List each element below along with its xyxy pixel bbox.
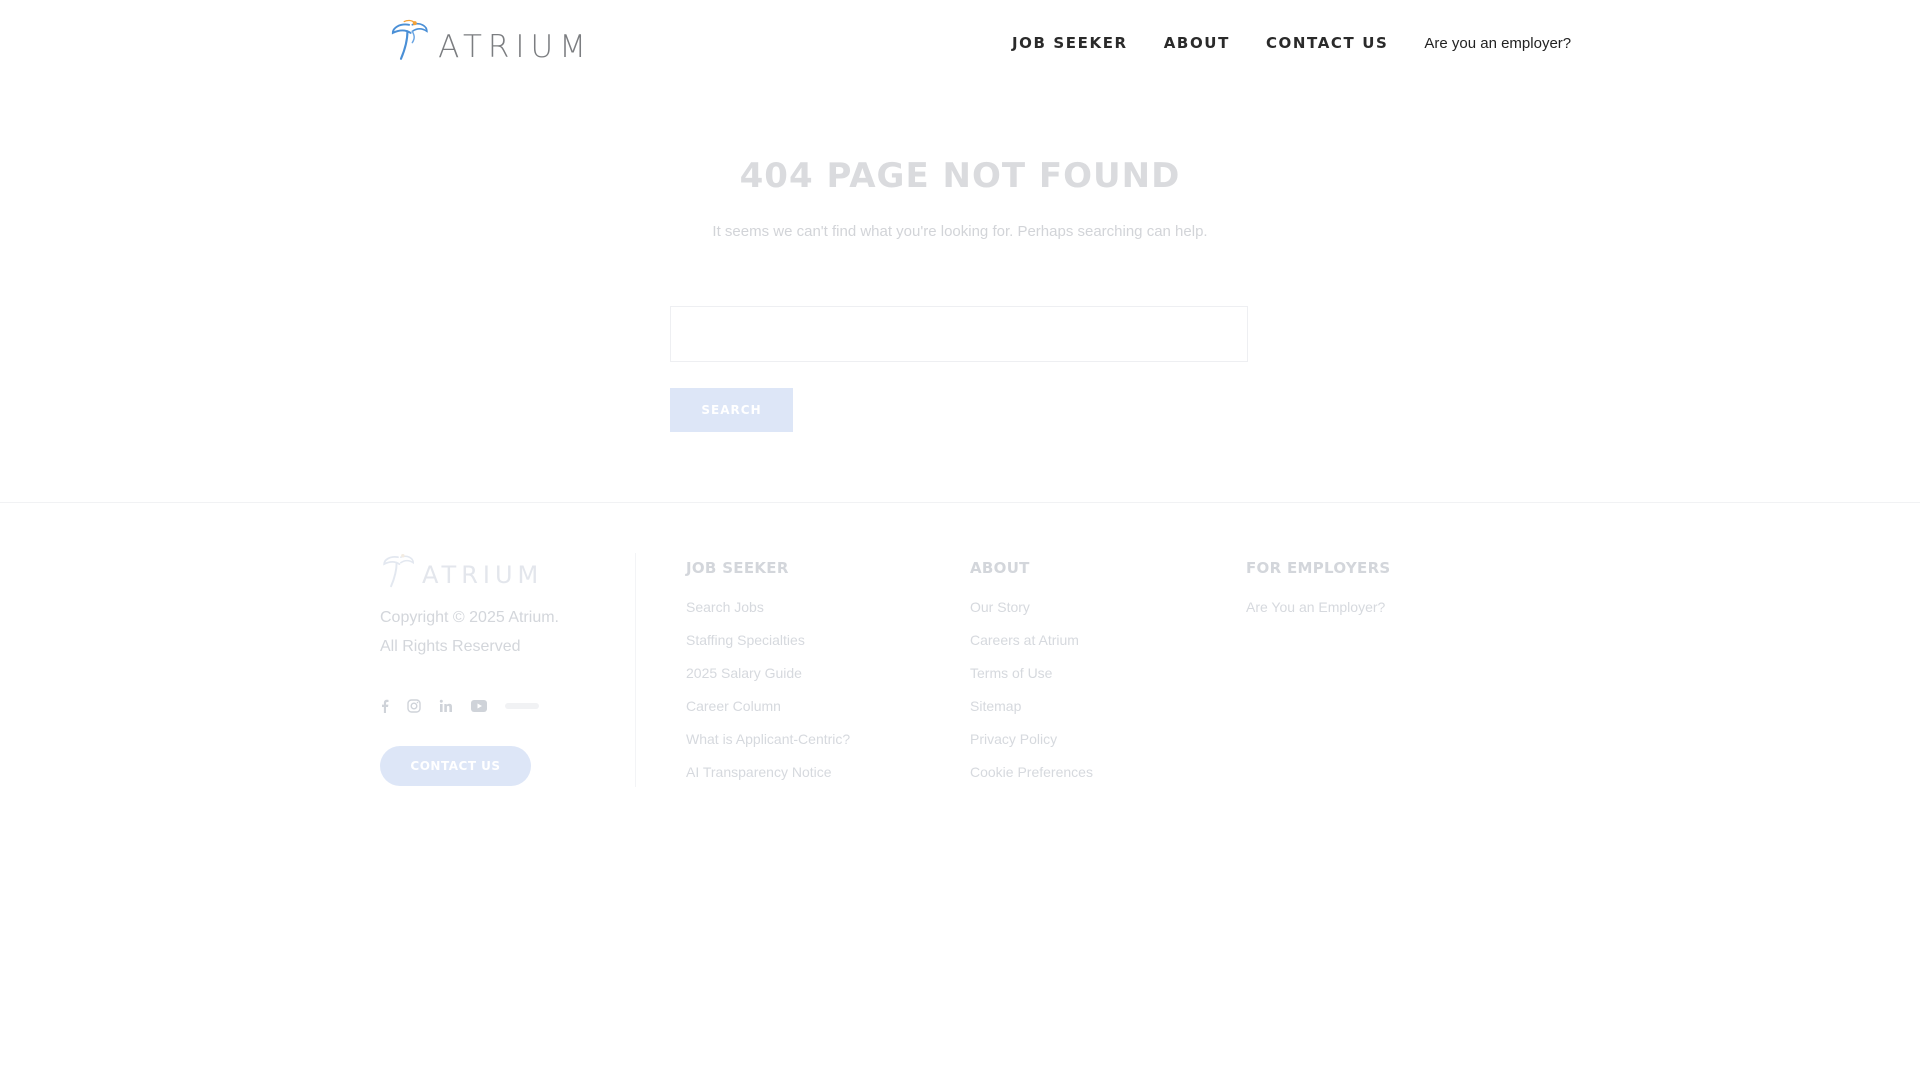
logo-mark-icon — [391, 19, 428, 60]
nav-employer-link[interactable]: Are you an employer? — [1424, 35, 1571, 52]
footer-link-staffing-specialties[interactable]: Staffing Specialties — [686, 624, 850, 657]
nav-job-seeker[interactable]: JOB SEEKER — [1012, 34, 1128, 52]
footer-link-cookie-preferences[interactable]: Cookie Preferences — [970, 756, 1093, 789]
footer-link-ai-transparency[interactable]: AI Transparency Notice — [686, 756, 850, 789]
footer-link-salary-guide[interactable]: 2025 Salary Guide — [686, 657, 850, 690]
footer-link-terms[interactable]: Terms of Use — [970, 657, 1093, 690]
footer-divider — [635, 553, 636, 787]
site-footer: ATRIUM Copyright © 2025 Atrium. All Righ… — [0, 503, 1920, 1080]
footer-column-heading: FOR EMPLOYERS — [1246, 559, 1391, 577]
footer-logo[interactable]: ATRIUM — [380, 553, 543, 589]
footer-link-our-story[interactable]: Our Story — [970, 591, 1093, 624]
atrium-logo[interactable]: ATRIUM — [388, 14, 592, 68]
footer-link-search-jobs[interactable]: Search Jobs — [686, 591, 850, 624]
footer-link-sitemap[interactable]: Sitemap — [970, 690, 1093, 723]
footer-column-about: ABOUT Our Story Careers at Atrium Terms … — [970, 559, 1093, 789]
copyright-line-1: Copyright © 2025 Atrium. — [380, 609, 559, 626]
social-links — [380, 699, 557, 713]
facebook-icon[interactable] — [380, 699, 389, 713]
page-subtitle: It seems we can't find what you're looki… — [712, 223, 1208, 240]
youtube-icon[interactable] — [471, 700, 487, 712]
footer-link-careers[interactable]: Careers at Atrium — [970, 624, 1093, 657]
footer-column-heading: JOB SEEKER — [686, 559, 789, 577]
search-button[interactable]: SEARCH — [670, 388, 793, 432]
linkedin-icon[interactable] — [439, 699, 453, 713]
footer-link-privacy[interactable]: Privacy Policy — [970, 723, 1093, 756]
search-input[interactable] — [670, 306, 1248, 362]
page-title: 404 PAGE NOT FOUND — [739, 156, 1181, 196]
copyright: Copyright © 2025 Atrium. All Rights Rese… — [380, 603, 559, 661]
logo-text: ATRIUM — [438, 29, 592, 65]
footer-contact-button[interactable]: CONTACT US — [380, 746, 531, 786]
footer-logo-mark-icon — [383, 554, 414, 588]
footer-column-employers: FOR EMPLOYERS Are You an Employer? — [1246, 559, 1391, 624]
nav-about[interactable]: ABOUT — [1164, 34, 1230, 52]
footer-link-career-column[interactable]: Career Column — [686, 690, 850, 723]
site-header: ATRIUM JOB SEEKER ABOUT CONTACT US Are y… — [0, 0, 1920, 90]
extra-icon[interactable] — [505, 701, 539, 711]
footer-logo-text: ATRIUM — [422, 561, 544, 589]
main-nav: JOB SEEKER ABOUT CONTACT US Are you an e… — [1012, 34, 1571, 52]
footer-column-heading: ABOUT — [970, 559, 1030, 577]
copyright-line-2: All Rights Reserved — [380, 638, 521, 655]
footer-column-job-seeker: JOB SEEKER Search Jobs Staffing Specialt… — [686, 559, 850, 789]
nav-contact-us[interactable]: CONTACT US — [1266, 34, 1388, 52]
footer-link-applicant-centric[interactable]: What is Applicant-Centric? — [686, 723, 850, 756]
instagram-icon[interactable] — [407, 699, 421, 713]
not-found-section: 404 PAGE NOT FOUND It seems we can't fin… — [0, 90, 1920, 502]
footer-link-are-you-employer[interactable]: Are You an Employer? — [1246, 591, 1391, 624]
